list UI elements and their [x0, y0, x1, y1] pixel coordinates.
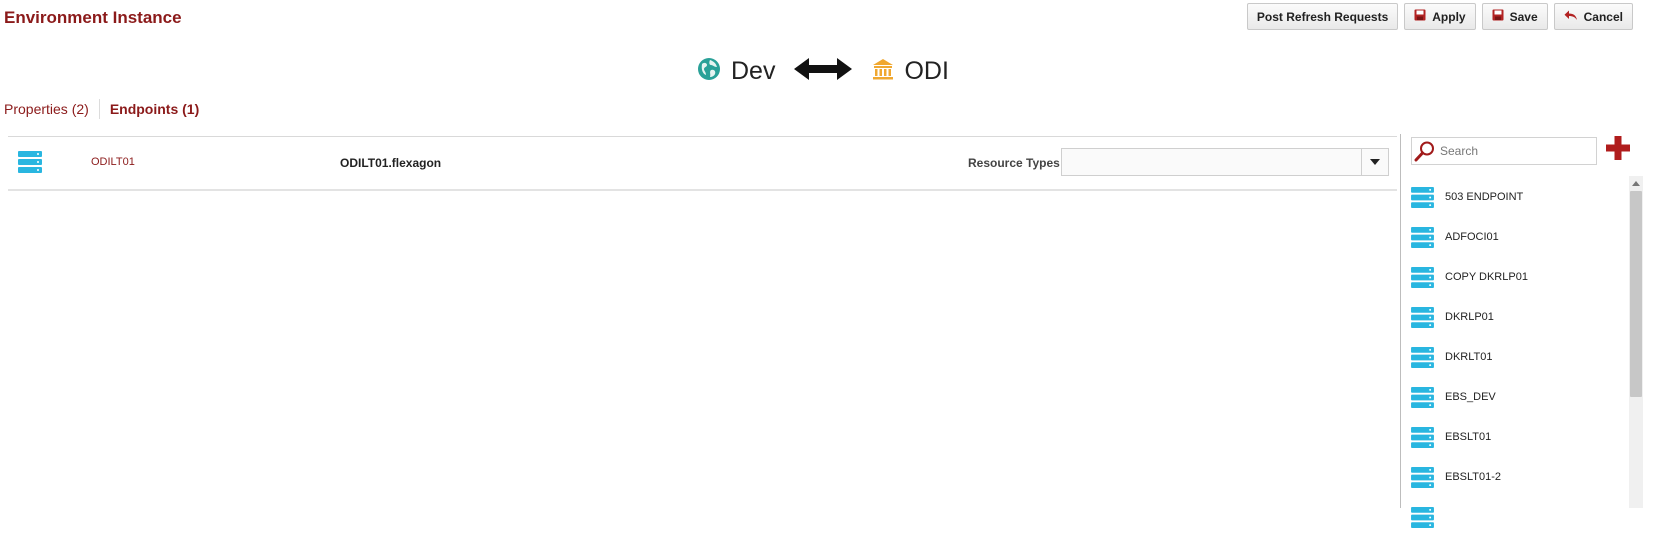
apply-label: Apply	[1432, 9, 1466, 24]
endpoint-name-link[interactable]: ODILT01	[91, 156, 135, 168]
search-box	[1411, 137, 1597, 165]
globe-icon	[697, 57, 721, 86]
tab-bar: Properties (2) Endpoints (1)	[4, 99, 199, 119]
post-refresh-label: Post Refresh Requests	[1256, 9, 1389, 24]
double-arrow-icon	[794, 57, 853, 86]
post-refresh-requests-button[interactable]: Post Refresh Requests	[1246, 3, 1399, 30]
list-item[interactable]: EBS_DEV	[1411, 377, 1528, 417]
toolbar: Post Refresh Requests Apply Save Cancel	[1246, 3, 1633, 30]
dropdown-arrow-icon[interactable]	[1361, 149, 1388, 175]
page-title: Environment Instance	[4, 8, 182, 27]
server-icon	[1411, 346, 1434, 368]
list-item[interactable]: ADFOCI01	[1411, 217, 1528, 257]
apply-button[interactable]: Apply	[1404, 3, 1476, 30]
list-item[interactable]: DKRLP01	[1411, 297, 1528, 337]
list-item-label: DKRLP01	[1445, 311, 1494, 323]
floppy-disk-icon	[1492, 9, 1504, 24]
server-icon	[1411, 306, 1434, 328]
tab-properties[interactable]: Properties (2)	[4, 101, 89, 117]
list-item[interactable]: EBSLT01	[1411, 417, 1528, 457]
list-item-label: ADFOCI01	[1445, 231, 1499, 243]
list-item[interactable]: 503 ENDPOINT	[1411, 177, 1528, 217]
tab-endpoints[interactable]: Endpoints (1)	[110, 101, 199, 117]
side-panel-scrollbar[interactable]	[1629, 176, 1643, 508]
save-label: Save	[1509, 9, 1538, 24]
server-icon	[1411, 186, 1434, 208]
endpoint-row: ODILT01 ODILT01.flexagon Resource Types	[8, 136, 1397, 191]
add-icon[interactable]	[1606, 136, 1630, 165]
list-item-label: EBSLT01	[1445, 431, 1492, 443]
list-item-label: COPY DKRLP01	[1445, 271, 1528, 283]
resource-types-label: Resource Types	[968, 156, 1060, 170]
building-icon	[872, 58, 894, 85]
cancel-label: Cancel	[1583, 9, 1623, 24]
server-icon	[18, 151, 42, 178]
list-item-label: EBS_DEV	[1445, 391, 1496, 403]
tab-divider	[98, 99, 100, 119]
search-input[interactable]	[1440, 141, 1590, 161]
undo-arrow-icon	[1564, 9, 1578, 24]
resource-types-select[interactable]	[1061, 148, 1389, 176]
instance-name: ODI	[904, 56, 949, 85]
search-icon[interactable]	[1414, 140, 1436, 167]
list-item-label: EBSLT01-2	[1445, 471, 1502, 483]
list-item[interactable]: COPY DKRLP01	[1411, 257, 1528, 297]
list-item-label: DKRLT01	[1445, 351, 1493, 363]
scrollbar-thumb[interactable]	[1630, 191, 1642, 397]
endpoint-host: ODILT01.flexagon	[340, 156, 442, 170]
cancel-button[interactable]: Cancel	[1553, 3, 1633, 30]
save-button[interactable]: Save	[1481, 3, 1548, 30]
scroll-up-icon[interactable]	[1629, 176, 1643, 190]
endpoint-list: 503 ENDPOINT ADFOCI01 COPY DKRLP01 DKRLP…	[1411, 177, 1528, 537]
endpoints-side-panel: 503 ENDPOINT ADFOCI01 COPY DKRLP01 DKRLP…	[1400, 134, 1654, 528]
server-icon	[1411, 266, 1434, 288]
floppy-disk-icon	[1414, 9, 1426, 24]
environment-name: Dev	[731, 56, 776, 85]
list-item-label: 503 ENDPOINT	[1445, 191, 1524, 203]
server-icon	[1411, 506, 1434, 528]
server-icon	[1411, 226, 1434, 248]
list-item[interactable]	[1411, 497, 1528, 537]
list-item[interactable]: EBSLT01-2	[1411, 457, 1528, 497]
server-icon	[1411, 466, 1434, 488]
list-item[interactable]: DKRLT01	[1411, 337, 1528, 377]
server-icon	[1411, 426, 1434, 448]
environment-instance-header: Dev ODI	[697, 51, 949, 91]
server-icon	[1411, 386, 1434, 408]
